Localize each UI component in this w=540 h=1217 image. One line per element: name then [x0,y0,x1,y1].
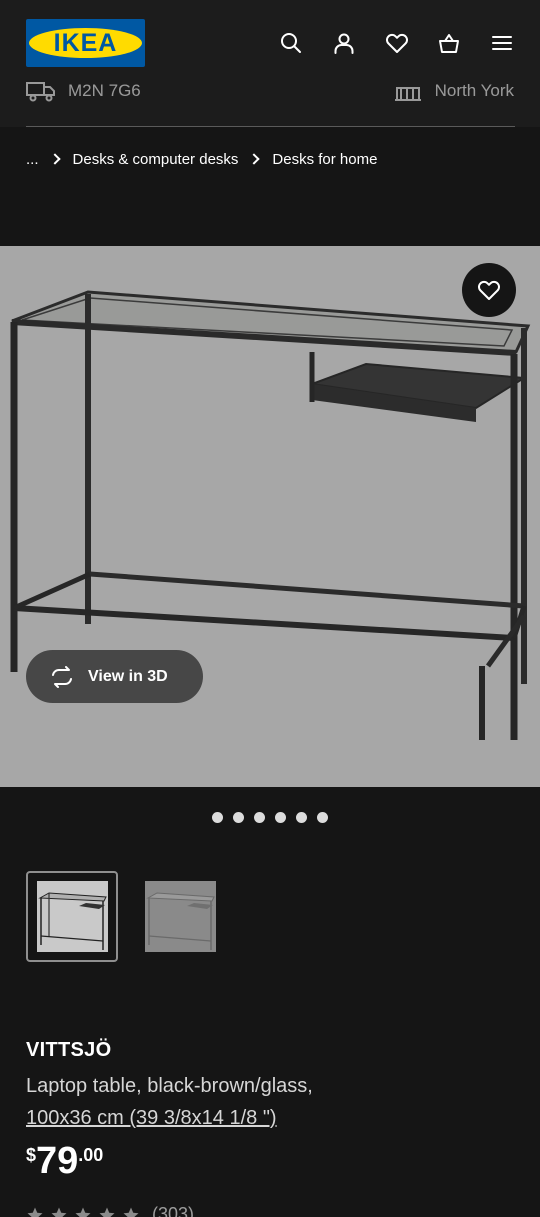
review-count: (303) [152,1204,195,1217]
price-decimal: .00 [78,1145,104,1165]
chevron-right-icon [248,153,261,165]
carousel-dot[interactable] [317,812,328,823]
thumbnail-image [144,881,216,952]
star-icon [98,1206,116,1217]
breadcrumb-item-desks-computer-desks[interactable]: Desks & computer desks [73,151,239,168]
rotate-3d-icon [52,665,72,688]
thumbnail-image [36,881,108,952]
price-currency: $ [26,1145,37,1165]
thumbnail-2[interactable] [134,871,226,962]
product-name: VITTSJÖ [26,1039,112,1061]
account-icon[interactable] [330,29,358,57]
menu-icon[interactable] [488,29,516,57]
price-integer: 79 [36,1140,79,1182]
site-header: IKEA M2N 7G6 North York [0,0,540,127]
carousel-dots [212,812,328,823]
view-in-3d-label: View in 3D [88,667,168,685]
product-main-image[interactable] [0,246,540,787]
breadcrumb-item-desks-for-home[interactable]: Desks for home [272,151,377,168]
logo-text: IKEA [53,29,118,57]
product-description: Laptop table, black-brown/glass, 100x36 … [26,1070,506,1134]
breadcrumb: ... Desks & computer desks Desks for hom… [26,148,377,170]
basket-icon[interactable] [435,29,463,57]
carousel-dot[interactable] [296,812,307,823]
product-price: $ 79 .00 [26,1139,103,1183]
delivery-postcode[interactable]: M2N 7G6 [26,80,141,102]
product-measurement-link[interactable]: 100x36 cm (39 3/8x14 1/8 ") [26,1102,506,1134]
header-divider [26,126,515,127]
search-icon[interactable] [277,29,305,57]
carousel-dot[interactable] [233,812,244,823]
carousel-dot[interactable] [275,812,286,823]
ikea-logo[interactable]: IKEA [26,19,145,67]
star-icon [50,1206,68,1217]
heart-icon [478,280,500,300]
store-icon [394,87,421,101]
delivery-label: M2N 7G6 [68,81,141,100]
product-rating[interactable]: (303) [26,1204,194,1217]
star-icon [122,1206,140,1217]
favorite-button[interactable] [462,263,516,317]
desk-illustration [10,290,531,740]
heart-icon[interactable] [383,29,411,57]
thumbnail-strip [26,871,226,962]
carousel-dot[interactable] [212,812,223,823]
star-icon [26,1206,44,1217]
product-description-text: Laptop table, black-brown/glass, [26,1075,313,1097]
store-label: North York [434,81,514,100]
store-selector[interactable]: North York [393,80,514,102]
thumbnail-1[interactable] [26,871,118,962]
carousel-dot[interactable] [254,812,265,823]
chevron-right-icon [48,153,61,165]
truck-icon [26,82,55,102]
view-in-3d-button[interactable]: View in 3D [26,650,203,703]
star-icon [74,1206,92,1217]
breadcrumb-ellipsis[interactable]: ... [26,151,39,168]
